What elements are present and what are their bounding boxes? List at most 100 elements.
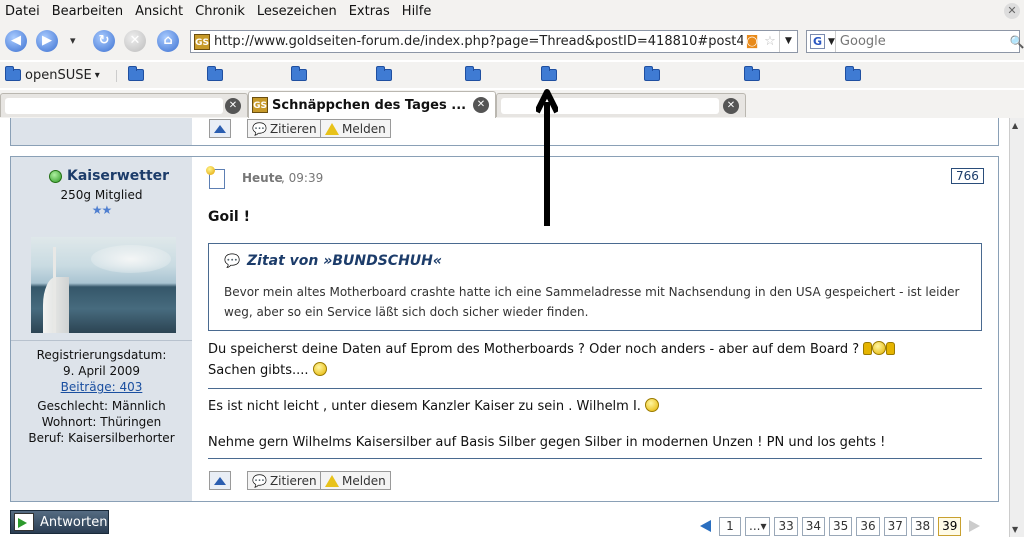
tab-title-redacted bbox=[5, 97, 223, 114]
user-job: Beruf: Kaisersilberhorter bbox=[28, 431, 175, 445]
thumbs-up-icon bbox=[886, 342, 896, 355]
url-bar[interactable]: GS http://www.goldseiten-forum.de/index.… bbox=[190, 30, 798, 53]
report-label: Melden bbox=[342, 121, 386, 136]
menu-hilfe[interactable]: Hilfe bbox=[396, 4, 438, 19]
page-link[interactable]: 34 bbox=[801, 516, 826, 536]
bookmark-folder-7[interactable] bbox=[644, 66, 660, 83]
tab-3[interactable]: ✕ bbox=[496, 93, 746, 117]
menu-datei[interactable]: Datei bbox=[0, 4, 46, 19]
scroll-top-button[interactable] bbox=[209, 471, 231, 490]
username[interactable]: Kaiserwetter bbox=[67, 168, 169, 184]
folder-icon bbox=[644, 66, 660, 81]
window-close-icon[interactable]: ✕ bbox=[1004, 3, 1020, 19]
quote-button[interactable]: 💬 Zitieren bbox=[247, 471, 322, 490]
bookmark-folder-2[interactable] bbox=[207, 66, 223, 83]
page-link[interactable]: 33 bbox=[774, 516, 798, 536]
tab-close-icon[interactable]: ✕ bbox=[473, 97, 489, 113]
arrow-up-icon bbox=[214, 476, 226, 485]
reply-label: Antworten bbox=[40, 514, 108, 530]
bookmark-opensuse[interactable]: openSUSE ▾ bbox=[5, 66, 100, 83]
current-page: 39 bbox=[938, 516, 962, 536]
back-button[interactable]: ◀ bbox=[5, 30, 27, 52]
scroll-top-button[interactable] bbox=[209, 119, 231, 138]
menu-ansicht[interactable]: Ansicht bbox=[129, 4, 189, 19]
user-residence: Wohnort: Thüringen bbox=[41, 415, 162, 429]
quote-block: 💬 Zitat von »BUNDSCHUH« Bevor mein altes… bbox=[208, 243, 982, 331]
report-label: Melden bbox=[342, 473, 386, 488]
folder-icon bbox=[845, 66, 861, 81]
reload-button[interactable]: ↻ bbox=[93, 30, 115, 52]
folder-icon bbox=[744, 66, 760, 81]
site-favicon-icon: GS bbox=[252, 97, 268, 113]
tab-1[interactable]: ✕ bbox=[0, 93, 248, 117]
post-line: Sachen gibts.... bbox=[208, 361, 327, 380]
stop-button[interactable]: ✕ bbox=[124, 30, 146, 52]
page-link[interactable]: 36 bbox=[856, 516, 880, 536]
menu-bearbeiten[interactable]: Bearbeiten bbox=[46, 4, 129, 19]
forward-button[interactable]: ▶ bbox=[36, 30, 58, 52]
bookmark-folder-4[interactable] bbox=[376, 66, 392, 83]
smiley-icon bbox=[312, 362, 327, 376]
post-text: Du speicherst deine Daten auf Eprom des … bbox=[208, 342, 860, 357]
scroll-up-icon[interactable]: ▲ bbox=[1012, 121, 1018, 130]
search-icon[interactable]: 🔍 bbox=[1010, 35, 1024, 49]
history-dropdown-icon[interactable]: ▾ bbox=[70, 34, 76, 47]
page-link[interactable]: 35 bbox=[829, 516, 853, 536]
bookmark-folder-5[interactable] bbox=[465, 66, 481, 83]
search-input[interactable] bbox=[835, 32, 1010, 51]
bookmark-folder-8[interactable] bbox=[744, 66, 760, 83]
quote-button[interactable]: 💬 Zitieren bbox=[247, 119, 322, 138]
next-page-icon bbox=[969, 520, 981, 532]
page-link[interactable]: 37 bbox=[883, 516, 907, 536]
post-line: Es ist nicht leicht , unter diesem Kanzl… bbox=[208, 397, 660, 416]
folder-icon bbox=[291, 66, 307, 81]
post-count-link[interactable]: Beiträge: 403 bbox=[61, 380, 143, 394]
bookmarks-toolbar: openSUSE ▾ bbox=[0, 62, 1024, 88]
previous-post-sidebar bbox=[11, 118, 192, 145]
rss-icon[interactable]: ◙ bbox=[744, 34, 760, 50]
post-line: Du speicherst deine Daten auf Eprom des … bbox=[208, 340, 896, 359]
home-button[interactable]: ⌂ bbox=[157, 30, 179, 52]
scrollbar[interactable]: ▲ ▼ bbox=[1009, 118, 1024, 537]
report-button[interactable]: Melden bbox=[320, 471, 391, 490]
search-engine-selector[interactable]: G ▼ bbox=[807, 31, 836, 52]
menu-chronik[interactable]: Chronik bbox=[189, 4, 251, 19]
bookmark-folder-6[interactable] bbox=[541, 66, 557, 83]
post-number-link[interactable]: 766 bbox=[951, 168, 984, 184]
menu-lesezeichen[interactable]: Lesezeichen bbox=[251, 4, 343, 19]
post-text: Sachen gibts.... bbox=[208, 363, 309, 378]
tab-close-icon[interactable]: ✕ bbox=[225, 97, 241, 114]
scroll-down-icon[interactable]: ▼ bbox=[1012, 525, 1018, 534]
folder-icon bbox=[128, 66, 144, 81]
quote-label: Zitieren bbox=[269, 473, 317, 488]
tab-active[interactable]: GS Schnäppchen des Tages ... ✕ bbox=[248, 91, 496, 118]
user-gender: Geschlecht: Männlich bbox=[37, 399, 166, 413]
page-jump-dropdown[interactable]: ...▾ bbox=[745, 516, 771, 536]
quote-icon: 💬 bbox=[252, 473, 267, 488]
page-link[interactable]: 1 bbox=[719, 516, 741, 536]
warning-icon bbox=[325, 474, 339, 487]
chevron-down-icon: ▾ bbox=[94, 69, 100, 81]
folder-icon bbox=[376, 66, 392, 81]
bookmark-folder-1[interactable] bbox=[128, 66, 144, 83]
url-dropdown-icon[interactable]: ▼ bbox=[779, 31, 797, 52]
bookmark-separator bbox=[116, 70, 117, 82]
quote-icon: 💬 bbox=[252, 121, 267, 136]
registration-date: Registrierungsdatum: 9. April 2009 bbox=[36, 348, 167, 378]
reply-button[interactable]: Antworten bbox=[10, 510, 109, 534]
prev-page-icon[interactable] bbox=[700, 520, 711, 532]
tab-close-icon[interactable]: ✕ bbox=[723, 97, 739, 114]
rank-stars-icon: ★★ bbox=[91, 203, 113, 217]
navigation-toolbar: ◀ ▶ ▾ ↻ ✕ ⌂ GS http://www.goldseiten-for… bbox=[0, 22, 1024, 60]
bookmark-folder-3[interactable] bbox=[291, 66, 307, 83]
menu-extras[interactable]: Extras bbox=[343, 4, 396, 19]
post-body: Heute , 09:39 766 Goil ! 💬 Zitat von »BU… bbox=[201, 157, 998, 501]
folder-icon bbox=[5, 66, 21, 81]
bookmark-star-icon[interactable]: ☆ bbox=[762, 34, 778, 50]
url-text[interactable]: http://www.goldseiten-forum.de/index.php… bbox=[214, 34, 743, 49]
report-button[interactable]: Melden bbox=[320, 119, 391, 138]
page-link[interactable]: 38 bbox=[910, 516, 935, 536]
separator bbox=[208, 388, 982, 389]
bookmark-folder-9[interactable] bbox=[845, 66, 861, 83]
thumbs-up-icon bbox=[863, 342, 873, 355]
